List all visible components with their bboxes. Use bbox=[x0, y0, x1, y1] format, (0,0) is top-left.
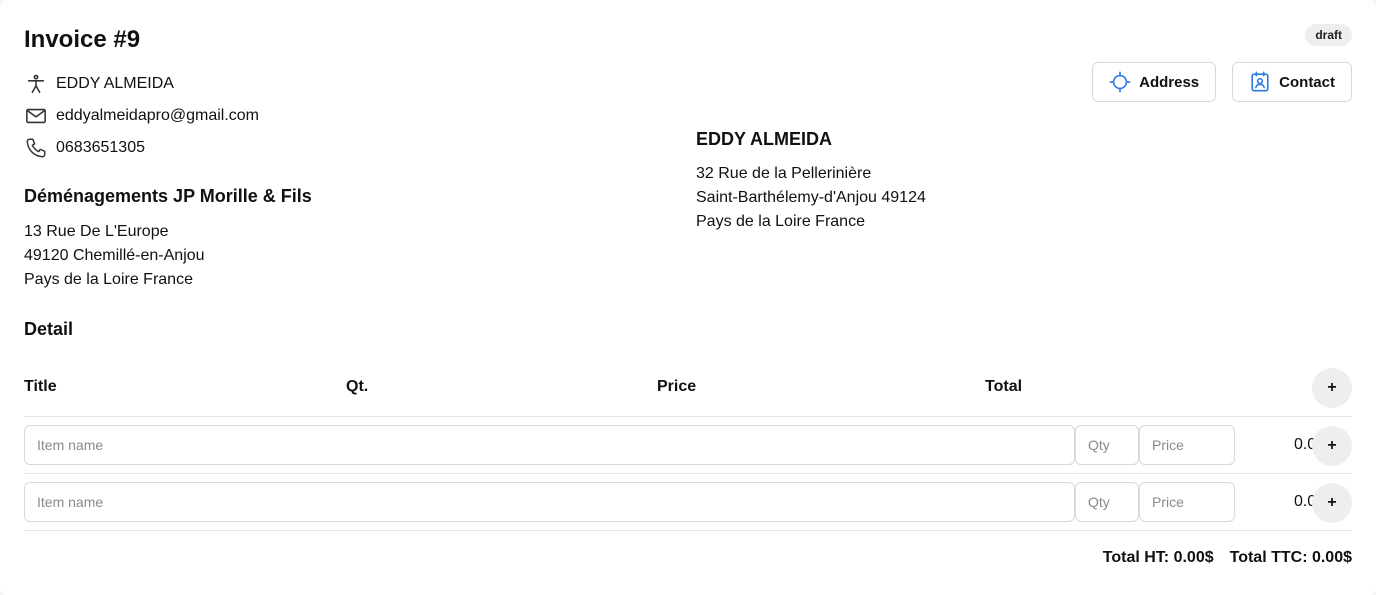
row-add-button[interactable]: + bbox=[1312, 426, 1352, 466]
address-button-label: Address bbox=[1139, 73, 1200, 91]
totals: Total HT: 0.00$ Total TTC: 0.00$ bbox=[1103, 549, 1352, 567]
column-header-price: Price bbox=[657, 378, 697, 395]
company-address-line3: Pays de la Loire France bbox=[24, 271, 193, 288]
qty-input[interactable] bbox=[1075, 482, 1139, 522]
contact-card-icon bbox=[1251, 71, 1269, 92]
contact-button-label: Contact bbox=[1279, 73, 1335, 91]
detail-section-title: Detail bbox=[24, 319, 74, 339]
contact-phone: 0683651305 bbox=[56, 139, 145, 156]
contact-button[interactable]: Contact bbox=[1232, 62, 1352, 102]
contact-email-line: eddyalmeidapro@gmail.com bbox=[24, 104, 259, 128]
column-header-title: Title bbox=[24, 378, 57, 395]
row-add-button[interactable]: + bbox=[1312, 483, 1352, 523]
client-address-line2: Saint-Barthélemy-d'Anjou 49124 bbox=[696, 189, 926, 206]
item-name-input[interactable] bbox=[24, 425, 1075, 465]
client-address-line1: 32 Rue de la Pellerinière bbox=[696, 165, 872, 182]
price-input[interactable] bbox=[1139, 425, 1235, 465]
client-name: EDDY ALMEIDA bbox=[696, 129, 833, 149]
contact-name: EDDY ALMEIDA bbox=[56, 75, 174, 92]
crosshair-icon bbox=[1109, 71, 1131, 93]
contact-name-line: EDDY ALMEIDA bbox=[24, 72, 174, 96]
column-header-total: Total bbox=[985, 378, 1023, 395]
total-ht: Total HT: 0.00$ bbox=[1102, 549, 1214, 566]
qty-input[interactable] bbox=[1075, 425, 1139, 465]
company-name: Déménagements JP Morille & Fils bbox=[24, 186, 312, 206]
add-line-button[interactable]: + bbox=[1312, 368, 1352, 408]
status-badge: draft bbox=[1305, 24, 1352, 46]
column-header-qty: Qt. bbox=[346, 378, 369, 395]
company-address-line2: 49120 Chemillé-en-Anjou bbox=[24, 247, 205, 264]
invoice-title: Invoice #9 bbox=[24, 26, 141, 53]
invoice-card: Invoice #9 draft EDDY ALMEIDA eddyalmeid… bbox=[0, 0, 1376, 595]
row-divider bbox=[24, 473, 1352, 474]
contact-email: eddyalmeidapro@gmail.com bbox=[56, 107, 259, 124]
item-name-input[interactable] bbox=[24, 482, 1075, 522]
company-address-line1: 13 Rue De L'Europe bbox=[24, 223, 169, 240]
address-button[interactable]: Address bbox=[1092, 62, 1217, 102]
price-input[interactable] bbox=[1139, 482, 1235, 522]
client-address: 32 Rue de la Pellerinière Saint-Barthéle… bbox=[696, 162, 926, 234]
mail-icon bbox=[24, 104, 48, 128]
phone-icon bbox=[24, 136, 48, 160]
contact-phone-line: 0683651305 bbox=[24, 136, 145, 160]
header-actions: Address Contact bbox=[1092, 62, 1352, 102]
company-address: 13 Rue De L'Europe 49120 Chemillé-en-Anj… bbox=[24, 220, 205, 292]
total-ttc: Total TTC: 0.00$ bbox=[1229, 549, 1352, 566]
table-header-divider bbox=[24, 416, 1352, 417]
client-address-line3: Pays de la Loire France bbox=[696, 213, 865, 230]
person-icon bbox=[24, 72, 48, 96]
table-footer-divider bbox=[24, 530, 1352, 531]
